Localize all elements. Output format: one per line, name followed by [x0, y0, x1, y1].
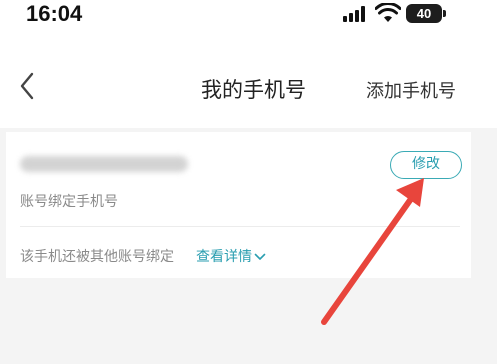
header-area: 16:04 40 我的手机号 添加手机号	[0, 0, 497, 128]
blurred-phone-number	[20, 156, 188, 172]
view-details-label: 查看详情	[196, 249, 252, 265]
view-details-link[interactable]: 查看详情	[196, 246, 266, 266]
battery-cap	[443, 10, 446, 17]
bind-label: 账号绑定手机号	[20, 194, 118, 210]
battery-icon: 40	[406, 4, 442, 23]
chevron-down-icon	[254, 253, 266, 260]
edit-button[interactable]: 修改	[390, 151, 462, 179]
wifi-icon	[375, 3, 401, 22]
other-bind-text: 该手机还被其他账号绑定	[20, 249, 174, 265]
signal-icon	[343, 6, 365, 22]
status-time: 16:04	[26, 1, 83, 26]
phone-card: 账号绑定手机号 修改 该手机还被其他账号绑定 查看详情	[6, 132, 471, 278]
add-phone-link[interactable]: 添加手机号	[366, 77, 456, 103]
divider	[20, 226, 460, 227]
